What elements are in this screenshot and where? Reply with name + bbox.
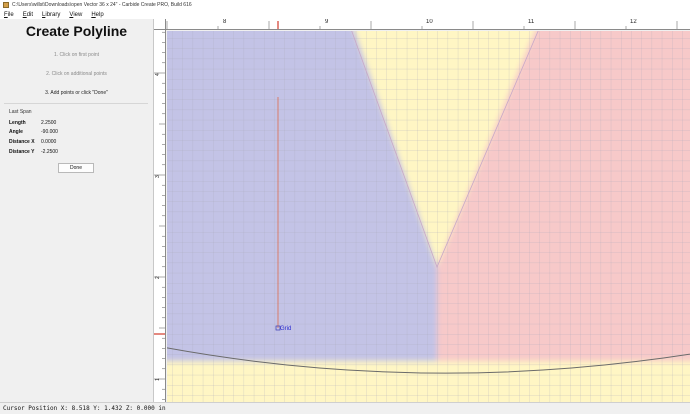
menu-help[interactable]: Help [91, 12, 103, 18]
menu-view[interactable]: View [69, 12, 82, 18]
menu-library[interactable]: Library [42, 12, 60, 18]
prop-key: Distance X [9, 139, 35, 145]
prop-key: Length [9, 120, 26, 126]
step-1: 1. Click on first point [53, 52, 100, 58]
snap-label: Grid [280, 326, 291, 332]
step-3: 3. Add points or click "Done" [45, 90, 108, 96]
prop-length: Length 2.2500 [9, 120, 56, 126]
app-icon [3, 2, 9, 8]
step-2: 2. Click on additional points [46, 71, 107, 77]
vertical-ruler: 4 3 2 1 [154, 30, 166, 402]
ruler-x-label: 8 [223, 19, 227, 25]
horizontal-ruler-ticks [166, 21, 678, 29]
status-bar: Cursor Position X: 8.518 Y: 1.432 Z: 0.0… [0, 402, 690, 414]
menu-edit[interactable]: Edit [23, 12, 33, 18]
prop-value: 0.0000 [41, 139, 57, 145]
divider [4, 103, 148, 104]
done-button[interactable]: Done [58, 163, 94, 173]
prop-distance-x: Distance X 0.0000 [9, 139, 56, 145]
prop-value: -2.2500 [41, 149, 58, 155]
carbide-create-window: C:\Users\willst\Downloads\open Vector 36… [0, 0, 690, 414]
create-polyline-panel: Create Polyline 1. Click on first point … [0, 19, 153, 402]
ruler-x-label: 9 [325, 19, 329, 25]
prop-angle: Angle -90.000 [9, 129, 58, 135]
prop-distance-y: Distance Y -2.2500 [9, 149, 58, 155]
ruler-x-label: 11 [528, 19, 535, 25]
prop-key: Angle [9, 129, 23, 135]
last-span-label: Last Span [9, 109, 32, 115]
ruler-y-label: 2 [155, 276, 161, 279]
design-canvas-svg[interactable]: Grid [167, 31, 690, 402]
prop-key: Distance Y [9, 149, 35, 155]
ruler-x-label: 10 [426, 19, 433, 25]
menu-file[interactable]: File [4, 12, 14, 18]
grid [167, 31, 690, 402]
vertical-ruler-ticks [154, 31, 165, 400]
ruler-x-label: 12 [630, 19, 637, 25]
horizontal-ruler: 8 9 10 11 12 [154, 19, 690, 30]
title-bar: C:\Users\willst\Downloads\open Vector 36… [0, 0, 690, 10]
ruler-y-label: 4 [155, 73, 161, 76]
design-canvas[interactable]: Grid [167, 31, 690, 402]
prop-value: -90.000 [41, 129, 58, 135]
cursor-position: Cursor Position X: 8.518 Y: 1.432 Z: 0.0… [3, 405, 166, 412]
window-title: C:\Users\willst\Downloads\open Vector 36… [12, 2, 192, 8]
ruler-y-label: 3 [155, 175, 161, 178]
ruler-y-label: 1 [155, 378, 161, 381]
prop-value: 2.2500 [41, 120, 57, 126]
menu-bar: File Edit Library View Help [0, 10, 690, 19]
ruler-corner [154, 19, 166, 30]
panel-title: Create Polyline [25, 23, 128, 39]
